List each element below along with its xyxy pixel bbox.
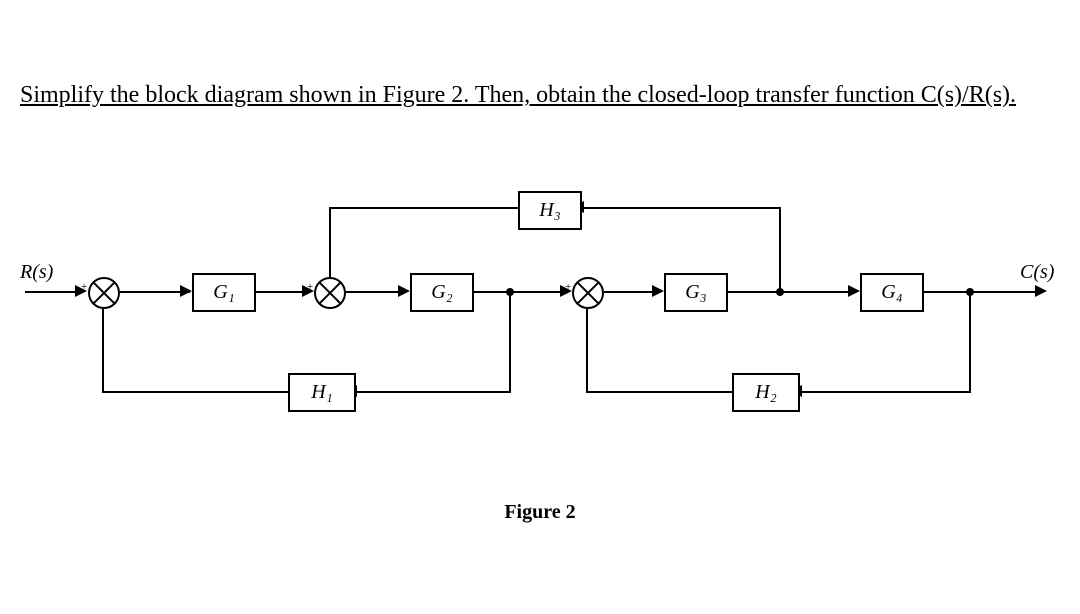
- summing-junction-3: +: [572, 277, 604, 309]
- line: [102, 391, 288, 393]
- input-label: R(s): [20, 261, 53, 284]
- figure-caption: Figure 2: [20, 501, 1060, 524]
- line: [472, 291, 567, 293]
- line: [254, 291, 309, 293]
- line: [726, 291, 856, 293]
- block-g2: G₂: [410, 273, 474, 312]
- line: [800, 391, 971, 393]
- block-h2: H₂: [732, 373, 800, 412]
- line: [969, 291, 971, 393]
- arrow-right-icon: [652, 285, 664, 297]
- block-g1: G₁: [192, 273, 256, 312]
- block-g3: G₃: [664, 273, 728, 312]
- line: [25, 291, 80, 293]
- line: [779, 209, 781, 293]
- line: [330, 207, 518, 209]
- line: [582, 207, 781, 209]
- line: [346, 291, 406, 293]
- block-h1: H₁: [288, 373, 356, 412]
- problem-prompt: Simplify the block diagram shown in Figu…: [20, 80, 1060, 111]
- line: [355, 391, 511, 393]
- arrow-right-icon: [848, 285, 860, 297]
- arrow-right-icon: [1035, 285, 1047, 297]
- arrow-right-icon: [180, 285, 192, 297]
- line: [102, 309, 104, 393]
- line: [509, 291, 511, 393]
- summing-junction-2: +: [314, 277, 346, 309]
- line: [586, 309, 588, 393]
- line: [604, 291, 659, 293]
- arrow-right-icon: [398, 285, 410, 297]
- line: [329, 207, 331, 277]
- block-g4: G₄: [860, 273, 924, 312]
- block-diagram: R(s) + G₁ + G₂ + G₃ G₄ C(s): [20, 191, 1060, 491]
- summing-junction-1: +: [88, 277, 120, 309]
- line: [586, 391, 732, 393]
- line: [922, 291, 1042, 293]
- block-h3: H₃: [518, 191, 582, 230]
- output-label: C(s): [1020, 261, 1054, 284]
